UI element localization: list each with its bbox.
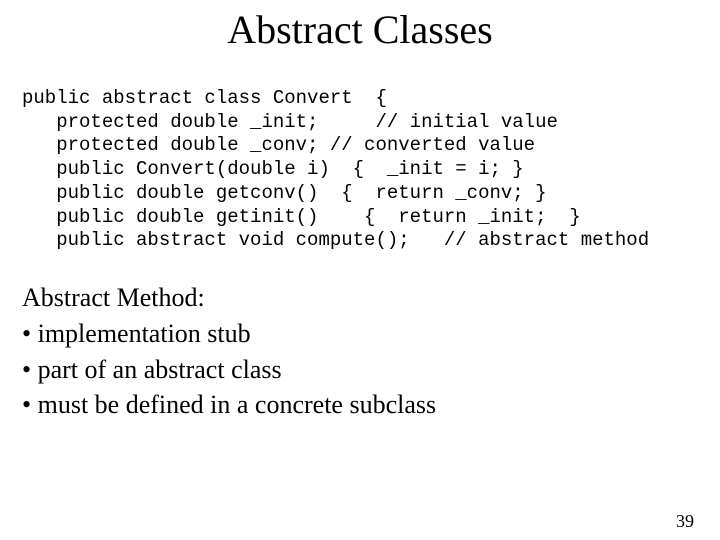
code-block: public abstract class Convert { protecte… <box>22 63 720 253</box>
code-line: public double getinit() { return _init; … <box>22 206 581 228</box>
slide: Abstract Classes public abstract class C… <box>0 6 720 540</box>
code-line: protected double _init; // initial value <box>22 111 558 133</box>
code-line: public double getconv() { return _conv; … <box>22 182 547 204</box>
bullet-item: • part of an abstract class <box>22 353 720 387</box>
bullet-item: • implementation stub <box>22 317 720 351</box>
page-number: 39 <box>676 511 694 532</box>
code-line: public abstract class Convert { <box>22 87 387 109</box>
body-heading: Abstract Method: <box>22 281 720 315</box>
code-line: public abstract void compute(); // abstr… <box>22 229 649 251</box>
body-text: Abstract Method: • implementation stub •… <box>22 281 720 422</box>
code-line: public Convert(double i) { _init = i; } <box>22 158 524 180</box>
bullet-item: • must be defined in a concrete subclass <box>22 388 720 422</box>
slide-title: Abstract Classes <box>0 6 720 53</box>
code-line: protected double _conv; // converted val… <box>22 134 535 156</box>
